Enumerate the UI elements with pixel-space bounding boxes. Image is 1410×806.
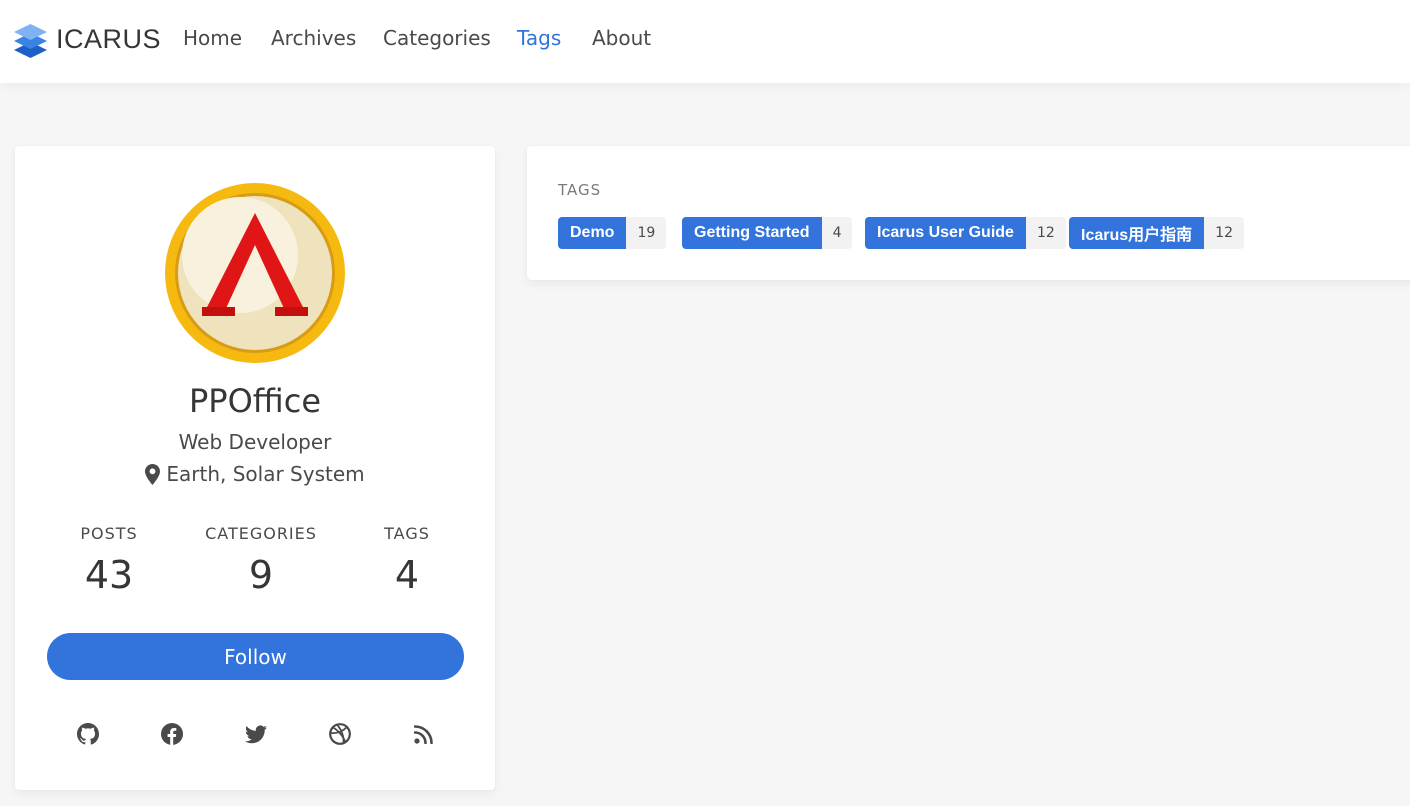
tag-name: Icarus User Guide	[865, 217, 1026, 249]
tag-name: Demo	[558, 217, 627, 249]
tag-name: Getting Started	[682, 217, 822, 249]
nav-categories[interactable]: Categories	[383, 26, 491, 50]
brand-logo[interactable]: ICARUS	[14, 20, 161, 58]
nav-archives[interactable]: Archives	[271, 26, 356, 50]
navbar: ICARUS Home Archives Categories Tags Abo…	[0, 0, 1410, 83]
nav-about[interactable]: About	[592, 26, 651, 50]
stat-label: CATEGORIES	[205, 524, 317, 543]
stat-categories[interactable]: CATEGORIES 9	[186, 524, 336, 597]
profile-location: Earth, Solar System	[15, 462, 495, 486]
tag-icarus-user-guide[interactable]: Icarus User Guide 12	[865, 217, 1066, 249]
facebook-icon[interactable]	[160, 722, 184, 746]
stat-posts[interactable]: POSTS 43	[34, 524, 184, 597]
tag-count: 12	[1204, 217, 1244, 249]
stat-tags[interactable]: TAGS 4	[332, 524, 482, 597]
avatar	[165, 183, 345, 363]
location-text: Earth, Solar System	[166, 462, 365, 486]
rss-icon[interactable]	[412, 722, 436, 746]
github-icon[interactable]	[76, 722, 100, 746]
profile-name: PPOffice	[189, 382, 321, 420]
twitter-icon[interactable]	[244, 722, 268, 746]
stat-value: 9	[248, 553, 274, 597]
tag-count: 19	[626, 217, 667, 249]
profile-role: Web Developer	[178, 430, 332, 454]
tag-demo[interactable]: Demo 19	[558, 217, 667, 249]
nav-home[interactable]: Home	[183, 26, 242, 50]
dribbble-icon[interactable]	[328, 722, 352, 746]
tag-getting-started[interactable]: Getting Started 4	[682, 217, 853, 249]
tags-card: TAGS Demo 19 Getting Started 4 Icarus Us…	[527, 146, 1410, 280]
tag-icarus-user-guide-zh[interactable]: Icarus用户指南 12	[1069, 217, 1244, 249]
nav-tags[interactable]: Tags	[517, 26, 561, 50]
profile-card: PPOffice Web Developer Earth, Solar Syst…	[15, 146, 495, 790]
stat-label: POSTS	[80, 524, 138, 543]
stat-value: 43	[84, 553, 134, 597]
tag-count: 4	[821, 217, 853, 249]
brand-name: ICARUS	[56, 23, 162, 54]
tag-count: 12	[1025, 217, 1066, 249]
tag-name: Icarus用户指南	[1069, 217, 1205, 249]
follow-button[interactable]: Follow	[47, 633, 464, 680]
tags-title: TAGS	[558, 181, 602, 199]
stat-label: TAGS	[384, 524, 430, 543]
map-marker-icon	[145, 463, 161, 485]
stat-value: 4	[394, 553, 420, 597]
stacked-layers-icon	[14, 24, 47, 58]
